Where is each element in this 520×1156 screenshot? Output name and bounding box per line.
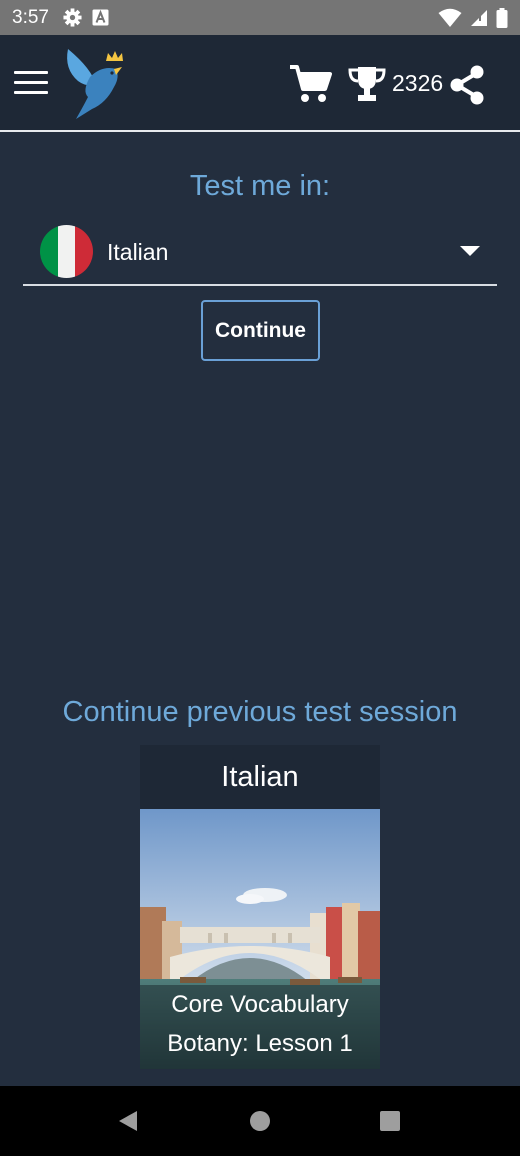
nav-recents-icon[interactable] xyxy=(380,1111,400,1131)
card-language: Italian xyxy=(140,745,380,809)
previous-session-card[interactable]: Italian Core Vocabulary Botany: Lesson 1 xyxy=(140,745,380,1069)
card-course-name: Core Vocabulary xyxy=(171,991,349,1018)
a-badge-icon xyxy=(92,9,109,26)
continue-button[interactable]: Continue xyxy=(201,300,320,361)
card-lesson-name: Botany: Lesson 1 xyxy=(167,1030,353,1057)
bird-logo[interactable] xyxy=(62,47,132,119)
italy-flag-icon xyxy=(40,225,93,278)
signal-icon xyxy=(471,9,487,26)
nav-back-icon[interactable] xyxy=(118,1110,138,1132)
cart-icon[interactable] xyxy=(288,63,332,103)
score-value: 2326 xyxy=(392,70,444,96)
language-dropdown[interactable]: Italian xyxy=(23,222,497,286)
flag-stripe-green xyxy=(40,225,58,278)
gear-icon xyxy=(63,8,82,27)
app-bar: 2326 xyxy=(0,35,520,132)
system-nav-bar xyxy=(0,1086,520,1156)
status-bar: 3:57 xyxy=(0,0,520,35)
dropdown-arrow-icon xyxy=(460,246,480,256)
previous-session-title: Continue previous test session xyxy=(62,696,458,728)
trophy-icon[interactable] xyxy=(348,65,386,103)
selected-language: Italian xyxy=(107,239,169,265)
test-me-label: Test me in: xyxy=(189,170,331,202)
status-time: 3:57 xyxy=(12,6,49,28)
share-icon[interactable] xyxy=(448,65,486,105)
flag-stripe-white xyxy=(57,225,76,278)
battery-icon xyxy=(496,7,508,28)
menu-icon[interactable] xyxy=(14,71,48,97)
wifi-icon xyxy=(438,8,462,27)
card-caption: Core Vocabulary Botany: Lesson 1 xyxy=(140,985,380,1069)
flag-stripe-red xyxy=(75,225,93,278)
nav-home-icon[interactable] xyxy=(250,1111,270,1131)
